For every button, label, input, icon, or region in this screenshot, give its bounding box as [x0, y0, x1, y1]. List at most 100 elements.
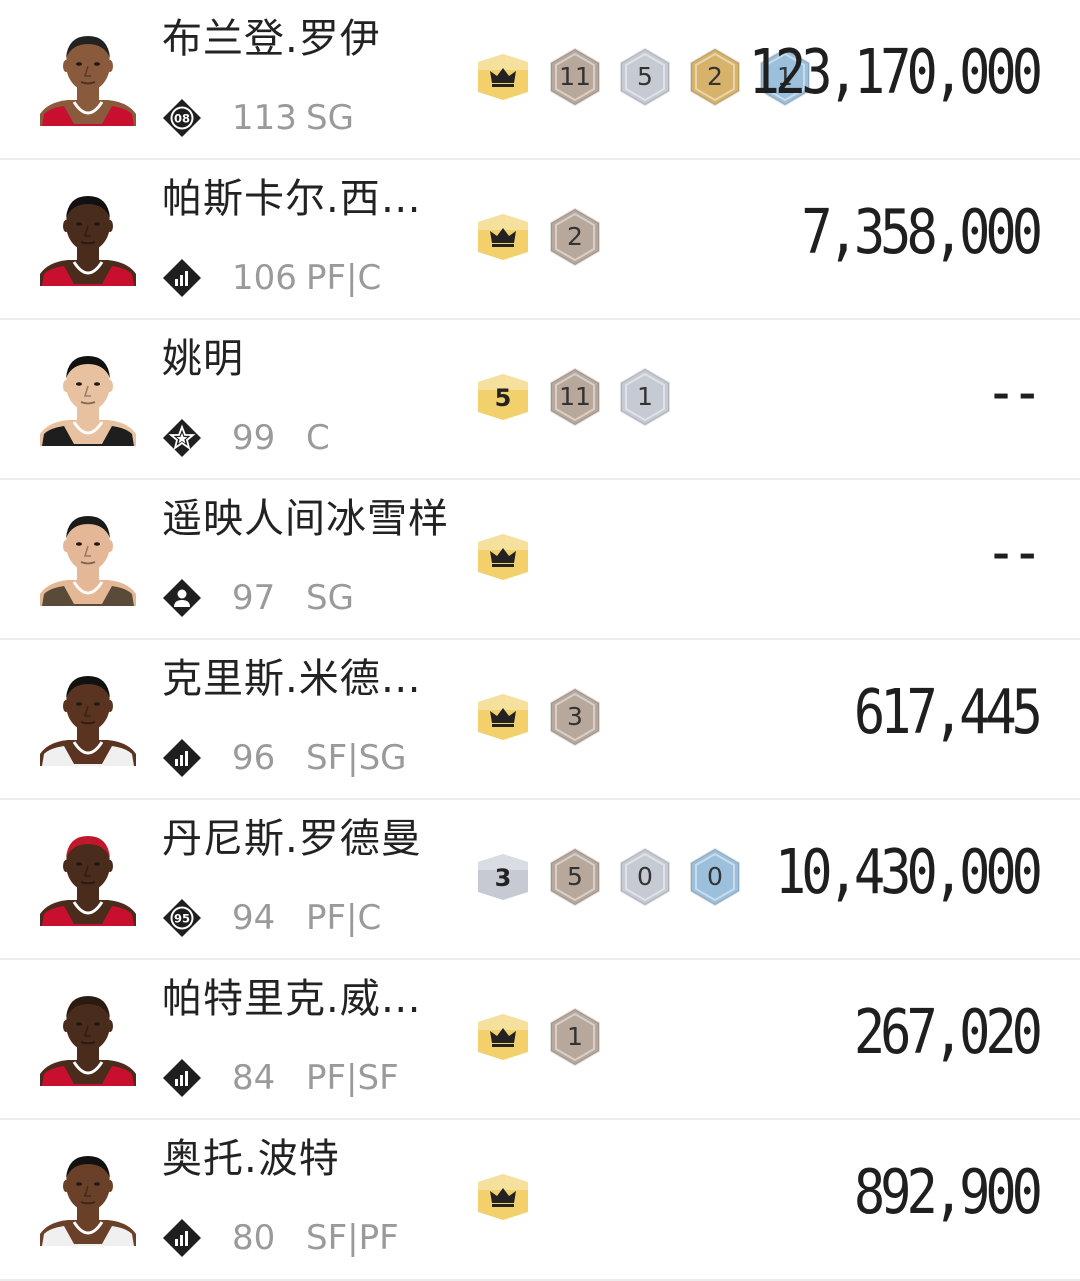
crown-icon — [478, 1174, 528, 1220]
bronze-hex-badge: 5 — [550, 848, 600, 906]
bronze-hex-badge: 2 — [550, 208, 600, 266]
player-row[interactable]: 帕斯卡尔.西… 106 PF|C 2 7,358,000 — [0, 160, 1080, 320]
svg-text:0: 0 — [707, 862, 723, 891]
player-row[interactable]: 奥托.波特 80 SF|PF 892,900 — [0, 1120, 1080, 1281]
rank-number-icon: 08 — [163, 99, 201, 137]
svg-text:3: 3 — [567, 702, 583, 731]
player-position: SG — [306, 578, 354, 618]
player-price: 7,358,000 — [801, 197, 1043, 269]
player-name: 奥托.波特 — [162, 1136, 340, 1182]
svg-text:2: 2 — [707, 62, 723, 91]
crown-icon — [478, 54, 528, 100]
player-name: 遥映人间冰雪样 — [162, 496, 449, 542]
player-meta: 95 94 PF|C — [162, 896, 381, 940]
player-badges: 5 11 1 — [475, 368, 689, 426]
gold-hex-badge: 2 — [690, 48, 740, 106]
player-overall: 113 — [232, 98, 297, 138]
silver-hex-badge: 1 — [620, 368, 670, 426]
player-row[interactable]: 布兰登.罗伊 08 113 SG 11 5 2 1 123,170,000 — [0, 0, 1080, 160]
player-position: PF|C — [306, 898, 382, 938]
player-row[interactable]: 帕特里克.威… 84 PF|SF 1 267,020 — [0, 960, 1080, 1120]
player-price: 123,170,000 — [748, 37, 1043, 109]
bars-icon — [163, 739, 201, 777]
crown-icon — [478, 534, 528, 580]
player-position: SG — [306, 98, 354, 138]
player-position: C — [306, 418, 330, 458]
bronze-hex-badge: 11 — [550, 368, 600, 426]
player-name: 帕特里克.威… — [162, 976, 422, 1022]
person-icon — [163, 579, 201, 617]
player-overall: 106 — [232, 258, 297, 298]
svg-text:1: 1 — [637, 382, 653, 411]
player-meta: 97 SG — [162, 576, 354, 620]
level-badge: 5 — [478, 374, 528, 420]
player-meta: 80 SF|PF — [162, 1216, 399, 1260]
player-avatar — [40, 996, 136, 1086]
player-avatar — [40, 356, 136, 446]
player-name: 丹尼斯.罗德曼 — [162, 816, 422, 862]
player-meta: 99 C — [162, 416, 330, 460]
player-position: SF|SG — [306, 738, 407, 778]
bronze-hex-badge: 11 — [550, 48, 600, 106]
player-name: 布兰登.罗伊 — [162, 16, 381, 62]
svg-text:11: 11 — [559, 382, 591, 411]
star-icon — [163, 419, 201, 457]
player-price: 10,430,000 — [774, 837, 1043, 909]
player-meta: 08 113 SG — [162, 96, 354, 140]
player-overall: 99 — [232, 418, 276, 458]
svg-text:0: 0 — [637, 862, 653, 891]
bronze-hex-badge: 3 — [550, 688, 600, 746]
player-position: PF|SF — [306, 1058, 399, 1098]
bars-icon — [163, 1219, 201, 1257]
player-price: -- — [985, 517, 1043, 589]
player-badges: 1 — [475, 1008, 619, 1066]
svg-text:11: 11 — [559, 62, 591, 91]
player-price: 267,020 — [853, 997, 1043, 1069]
player-position: PF|C — [306, 258, 382, 298]
svg-text:5: 5 — [637, 62, 653, 91]
svg-text:5: 5 — [567, 862, 583, 891]
player-badges — [475, 1168, 549, 1226]
svg-text:3: 3 — [495, 864, 512, 892]
player-avatar — [40, 1156, 136, 1246]
svg-text:1: 1 — [567, 1022, 583, 1051]
crown-icon — [478, 694, 528, 740]
player-badges: 2 — [475, 208, 619, 266]
blue-hex-badge: 0 — [690, 848, 740, 906]
level-badge: 3 — [478, 854, 528, 900]
rank-number-icon: 95 — [163, 899, 201, 937]
player-name: 帕斯卡尔.西… — [162, 176, 422, 222]
bars-icon — [163, 1059, 201, 1097]
svg-text:2: 2 — [567, 222, 583, 251]
player-name: 姚明 — [162, 336, 244, 382]
player-overall: 80 — [232, 1218, 276, 1258]
player-position: SF|PF — [306, 1218, 399, 1258]
player-row[interactable]: 克里斯.米德… 96 SF|SG 3 617,445 — [0, 640, 1080, 800]
player-row[interactable]: 遥映人间冰雪样 97 SG -- — [0, 480, 1080, 640]
player-price: 892,900 — [853, 1157, 1043, 1229]
bronze-hex-badge: 1 — [550, 1008, 600, 1066]
player-badges: 3 5 0 0 — [475, 848, 759, 906]
player-overall: 96 — [232, 738, 276, 778]
player-badges — [475, 528, 549, 586]
silver-hex-badge: 5 — [620, 48, 670, 106]
player-avatar — [40, 516, 136, 606]
player-meta: 106 PF|C — [162, 256, 381, 300]
svg-text:08: 08 — [174, 112, 190, 126]
player-list: 布兰登.罗伊 08 113 SG 11 5 2 1 123,170,000 帕斯卡尔.西… 106 P… — [0, 0, 1080, 1281]
crown-icon — [478, 214, 528, 260]
svg-text:95: 95 — [174, 912, 190, 926]
player-avatar — [40, 36, 136, 126]
player-price: -- — [985, 357, 1043, 429]
player-row[interactable]: 姚明 99 C 5 11 1 -- — [0, 320, 1080, 480]
player-avatar — [40, 196, 136, 286]
silver-hex-badge: 0 — [620, 848, 670, 906]
player-name: 克里斯.米德… — [162, 656, 422, 702]
player-row[interactable]: 丹尼斯.罗德曼 95 94 PF|C 3 5 0 0 10,430,000 — [0, 800, 1080, 960]
bars-icon — [163, 259, 201, 297]
player-avatar — [40, 676, 136, 766]
player-overall: 94 — [232, 898, 276, 938]
player-avatar — [40, 836, 136, 926]
player-overall: 84 — [232, 1058, 276, 1098]
player-overall: 97 — [232, 578, 276, 618]
